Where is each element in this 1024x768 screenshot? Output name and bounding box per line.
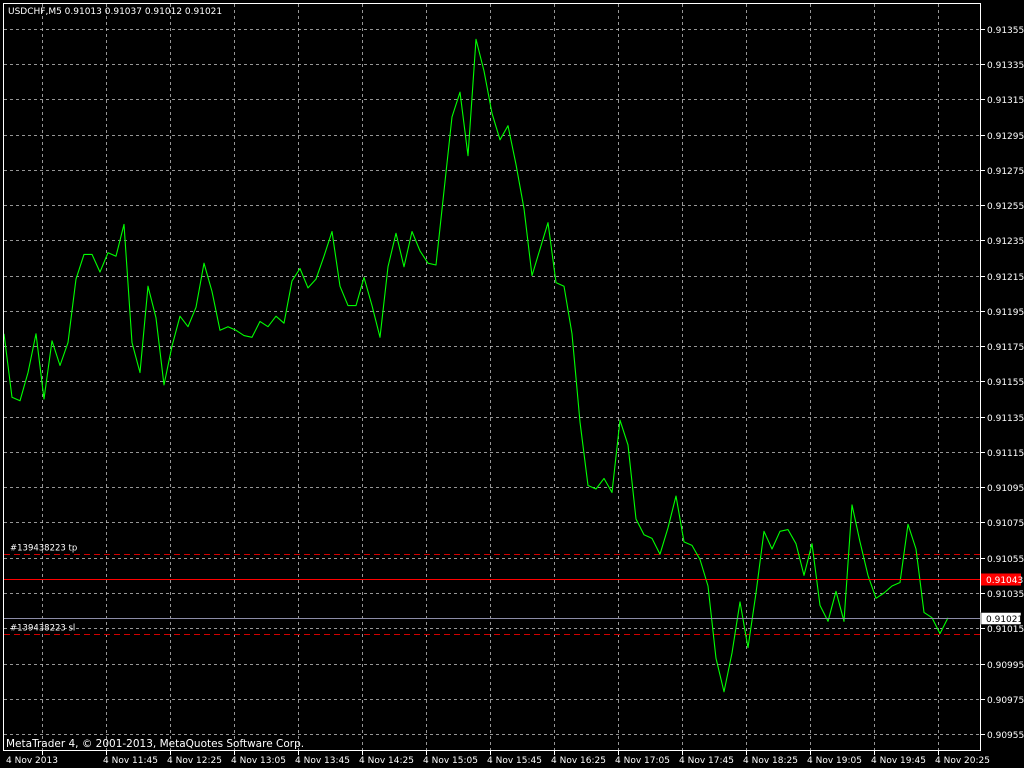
ask-price-label: 0.91043 [986, 576, 1023, 586]
x-tick-label: 4 Nov 2013 [6, 756, 58, 766]
y-tick-label: 0.91175 [987, 343, 1024, 353]
x-tick-label: 4 Nov 15:45 [487, 756, 542, 766]
y-tick-label: 0.91355 [987, 26, 1024, 36]
y-tick-label: 0.91255 [987, 202, 1024, 212]
y-tick-label: 0.91015 [987, 625, 1024, 635]
x-tick-label: 4 Nov 17:45 [679, 756, 734, 766]
y-tick-label: 0.91055 [987, 555, 1024, 565]
x-tick-label: 4 Nov 17:05 [615, 756, 670, 766]
chart-background [0, 0, 1024, 768]
price-chart[interactable]: #139438223 tp #139438223 sl 0.91355 0.9133… [0, 0, 1024, 768]
y-tick-label: 0.91135 [987, 414, 1024, 424]
x-tick-label: 4 Nov 15:05 [423, 756, 478, 766]
x-tick-label: 4 Nov 11:45 [103, 756, 158, 766]
chart-header: USDCHF,M5 0.91013 0.91037 0.91012 0.9102… [8, 7, 222, 17]
y-tick-label: 0.91235 [987, 237, 1024, 247]
y-tick-label: 0.91335 [987, 61, 1024, 71]
x-tick-label: 4 Nov 18:25 [743, 756, 798, 766]
y-tick-label: 0.91195 [987, 308, 1024, 318]
y-tick-label: 0.91275 [987, 167, 1024, 177]
y-tick-label: 0.90955 [987, 731, 1024, 741]
order-level-label: #139438223 tp [10, 544, 77, 554]
y-tick-label: 0.91215 [987, 273, 1024, 283]
y-tick-label: 0.91035 [987, 590, 1024, 600]
x-tick-label: 4 Nov 14:25 [359, 756, 414, 766]
y-tick-label: 0.91315 [987, 96, 1024, 106]
copyright-watermark: MetaTrader 4, © 2001-2013, MetaQuotes So… [6, 738, 304, 750]
y-tick-label: 0.91095 [987, 484, 1024, 494]
y-tick-label: 0.91295 [987, 132, 1024, 142]
y-tick-label: 0.90995 [987, 661, 1024, 671]
x-tick-label: 4 Nov 12:25 [167, 756, 222, 766]
y-tick-label: 0.90975 [987, 696, 1024, 706]
y-tick-label: 0.91155 [987, 378, 1024, 388]
x-tick-label: 4 Nov 19:45 [871, 756, 926, 766]
x-tick-label: 4 Nov 13:45 [295, 756, 350, 766]
x-tick-label: 4 Nov 13:05 [231, 756, 286, 766]
bid-price-label: 0.91021 [986, 615, 1023, 625]
y-tick-label: 0.91075 [987, 519, 1024, 529]
price-axis: 0.91355 0.91335 0.91315 0.91295 0.91275 0.912… [981, 26, 1024, 741]
x-tick-label: 4 Nov 20:25 [935, 756, 990, 766]
x-tick-label: 4 Nov 19:05 [807, 756, 862, 766]
order-level-label: #139438223 sl [10, 624, 75, 634]
y-tick-label: 0.91115 [987, 449, 1024, 459]
x-tick-label: 4 Nov 16:25 [551, 756, 606, 766]
